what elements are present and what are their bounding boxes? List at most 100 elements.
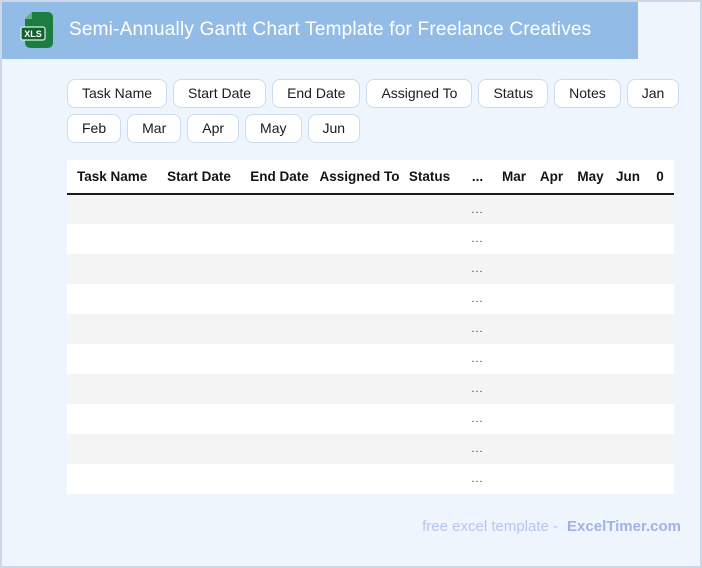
column-chips: Task Name Start Date End Date Assigned To St… <box>67 79 685 143</box>
table-cell <box>646 224 674 254</box>
table-row: ... <box>67 344 674 374</box>
table-cell <box>67 284 158 314</box>
table-cell <box>532 344 571 374</box>
table-cell <box>67 194 158 224</box>
table-cell <box>67 404 158 434</box>
chip-jun[interactable]: Jun <box>307 114 361 143</box>
table-cell <box>610 404 646 434</box>
table-cell: ... <box>471 383 484 395</box>
column-header: Mar <box>496 160 532 195</box>
table-row: ... <box>67 464 674 494</box>
table-cell <box>646 404 674 434</box>
table-cell <box>67 374 158 404</box>
table-cell <box>319 404 400 434</box>
table-cell <box>532 434 571 464</box>
table-cell <box>158 224 240 254</box>
chip-notes[interactable]: Notes <box>554 79 621 108</box>
table-cell <box>571 404 610 434</box>
table-cell <box>400 314 459 344</box>
table-row: ... <box>67 404 674 434</box>
table-cell: ... <box>471 353 484 365</box>
table-cell <box>571 344 610 374</box>
table-cell <box>158 194 240 224</box>
chip-apr[interactable]: Apr <box>187 114 240 143</box>
table-cell <box>646 284 674 314</box>
table-cell <box>240 254 319 284</box>
table-row: ... <box>67 254 674 284</box>
column-header: May <box>571 160 610 195</box>
table-cell <box>67 224 158 254</box>
table-cell <box>571 464 610 494</box>
table-cell <box>319 254 400 284</box>
table-cell <box>646 254 674 284</box>
table-cell <box>610 254 646 284</box>
gantt-table-body: .............................. <box>67 194 674 494</box>
chip-end-date[interactable]: End Date <box>272 79 361 108</box>
table-cell: ... <box>471 233 484 245</box>
chip-task-name[interactable]: Task Name <box>67 79 168 108</box>
chip-jan[interactable]: Jan <box>626 79 680 108</box>
table-cell: ... <box>471 323 484 335</box>
table-cell <box>158 464 240 494</box>
table-cell <box>240 194 319 224</box>
table-cell: ... <box>471 293 484 305</box>
table-cell <box>646 194 674 224</box>
chip-assigned-to[interactable]: Assigned To <box>366 79 473 108</box>
table-cell <box>532 314 571 344</box>
table-cell <box>496 224 532 254</box>
table-cell <box>571 314 610 344</box>
column-header: Task Name <box>67 160 158 195</box>
table-cell <box>319 464 400 494</box>
table-cell <box>571 224 610 254</box>
chip-feb[interactable]: Feb <box>67 114 122 143</box>
table-cell <box>240 224 319 254</box>
chip-start-date[interactable]: Start Date <box>173 79 267 108</box>
column-header: Status <box>400 160 459 195</box>
table-cell <box>400 374 459 404</box>
table-cell <box>158 344 240 374</box>
table-cell <box>240 374 319 404</box>
footer-brand-link[interactable]: ExcelTimer.com <box>567 518 681 535</box>
table-row: ... <box>67 374 674 404</box>
page: XLS Semi-Annually Gantt Chart Template f… <box>0 0 702 568</box>
table-cell <box>496 464 532 494</box>
chip-mar[interactable]: Mar <box>127 114 182 143</box>
chip-may[interactable]: May <box>245 114 302 143</box>
table-cell <box>496 374 532 404</box>
xls-icon-label: XLS <box>24 29 42 39</box>
table-cell <box>319 434 400 464</box>
table-cell <box>532 194 571 224</box>
table-cell <box>67 314 158 344</box>
table-cell <box>319 224 400 254</box>
table-cell <box>610 464 646 494</box>
table-cell <box>240 314 319 344</box>
chip-status[interactable]: Status <box>478 79 549 108</box>
table-cell <box>400 344 459 374</box>
table-cell <box>400 224 459 254</box>
table-cell <box>610 374 646 404</box>
column-header: ... <box>459 160 496 195</box>
table-cell <box>571 434 610 464</box>
table-cell <box>496 314 532 344</box>
table-cell <box>400 194 459 224</box>
table-cell <box>158 434 240 464</box>
table-cell: ... <box>471 263 484 275</box>
column-header: End Date <box>240 160 319 195</box>
table-cell <box>496 284 532 314</box>
table-cell <box>532 464 571 494</box>
table-cell <box>400 254 459 284</box>
table-row: ... <box>67 314 674 344</box>
table-cell <box>158 404 240 434</box>
table-cell: ... <box>471 473 484 485</box>
table-cell <box>67 434 158 464</box>
table-cell <box>319 194 400 224</box>
table-cell <box>496 404 532 434</box>
page-title: Semi-Annually Gantt Chart Template for F… <box>69 18 592 40</box>
table-cell <box>496 344 532 374</box>
table-cell <box>240 434 319 464</box>
column-header: 0 <box>646 160 674 195</box>
table-cell <box>532 374 571 404</box>
gantt-table-wrap: Task Name Start Date End Date Assigned To St… <box>67 160 674 494</box>
table-row: ... <box>67 224 674 254</box>
table-cell <box>496 254 532 284</box>
